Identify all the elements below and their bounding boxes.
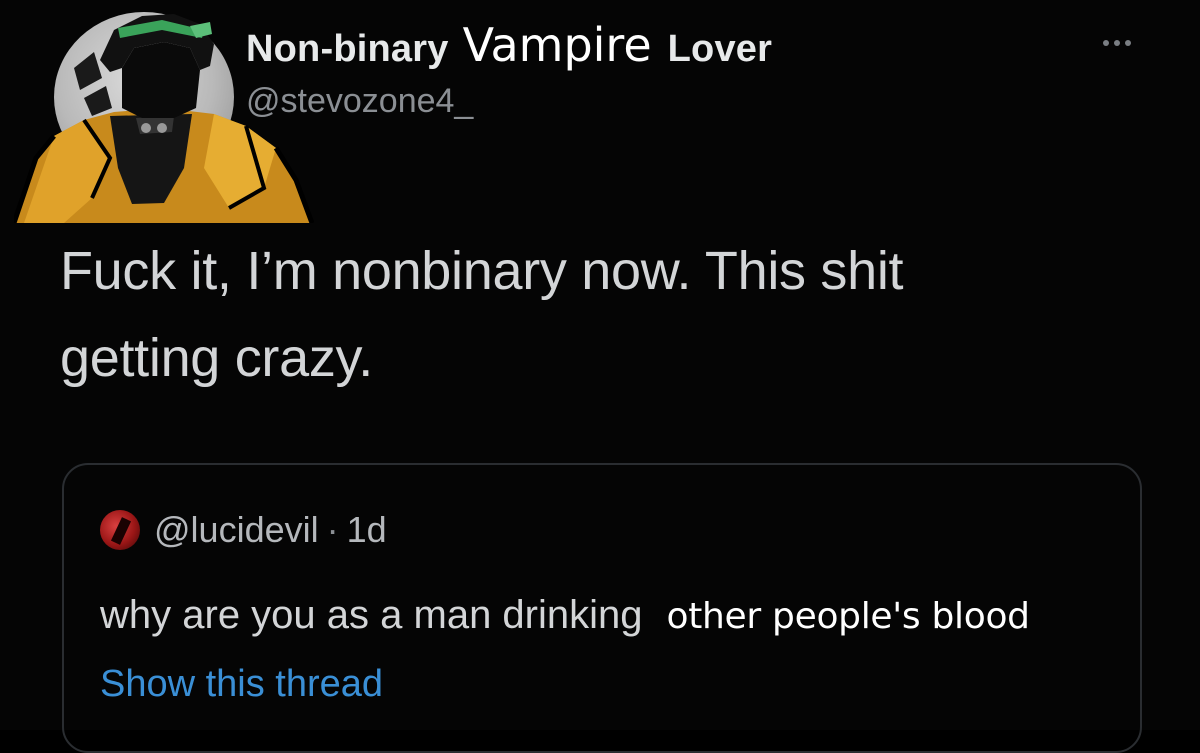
author-handle[interactable]: @stevozone4_: [246, 82, 473, 121]
tweet-body: Fuck it, I’m nonbinary now. This shit ge…: [60, 228, 1140, 403]
more-dot: [1103, 40, 1109, 46]
quoted-tweet-time: 1d: [346, 509, 387, 550]
tweet-container: Non-binary Vampire Lover @stevozone4_ Fu…: [0, 0, 1200, 753]
quoted-tweet-card[interactable]: @lucidevil · 1d why are you as a man dri…: [62, 463, 1142, 753]
show-thread-link[interactable]: Show this thread: [100, 663, 383, 706]
quoted-tweet-header: @lucidevil · 1d: [100, 509, 387, 551]
more-dot: [1114, 40, 1120, 46]
more-dot: [1125, 40, 1131, 46]
quoted-tweet-text-part-2: other people's blood: [666, 596, 1031, 637]
display-name-part-2: Vampire: [462, 18, 652, 72]
quoted-tweet-separator: ·: [326, 509, 339, 550]
author-display-name[interactable]: Non-binary Vampire Lover: [246, 18, 772, 72]
display-name-part-1: Non-binary: [246, 28, 449, 70]
tweet-text-line-2: getting crazy.: [60, 328, 373, 389]
tweet-text-line-1: Fuck it, I’m nonbinary now. This shit: [60, 241, 904, 301]
quoted-tweet-handle: @lucidevil: [154, 509, 319, 550]
more-options-icon[interactable]: [1092, 28, 1142, 58]
display-name-part-3: Lover: [667, 28, 773, 70]
quoted-tweet-text: why are you as a man drinking other peop…: [100, 593, 1030, 638]
red-avatar-icon: [100, 510, 140, 550]
quoted-tweet-text-part-1: why are you as a man drinking: [100, 593, 643, 637]
